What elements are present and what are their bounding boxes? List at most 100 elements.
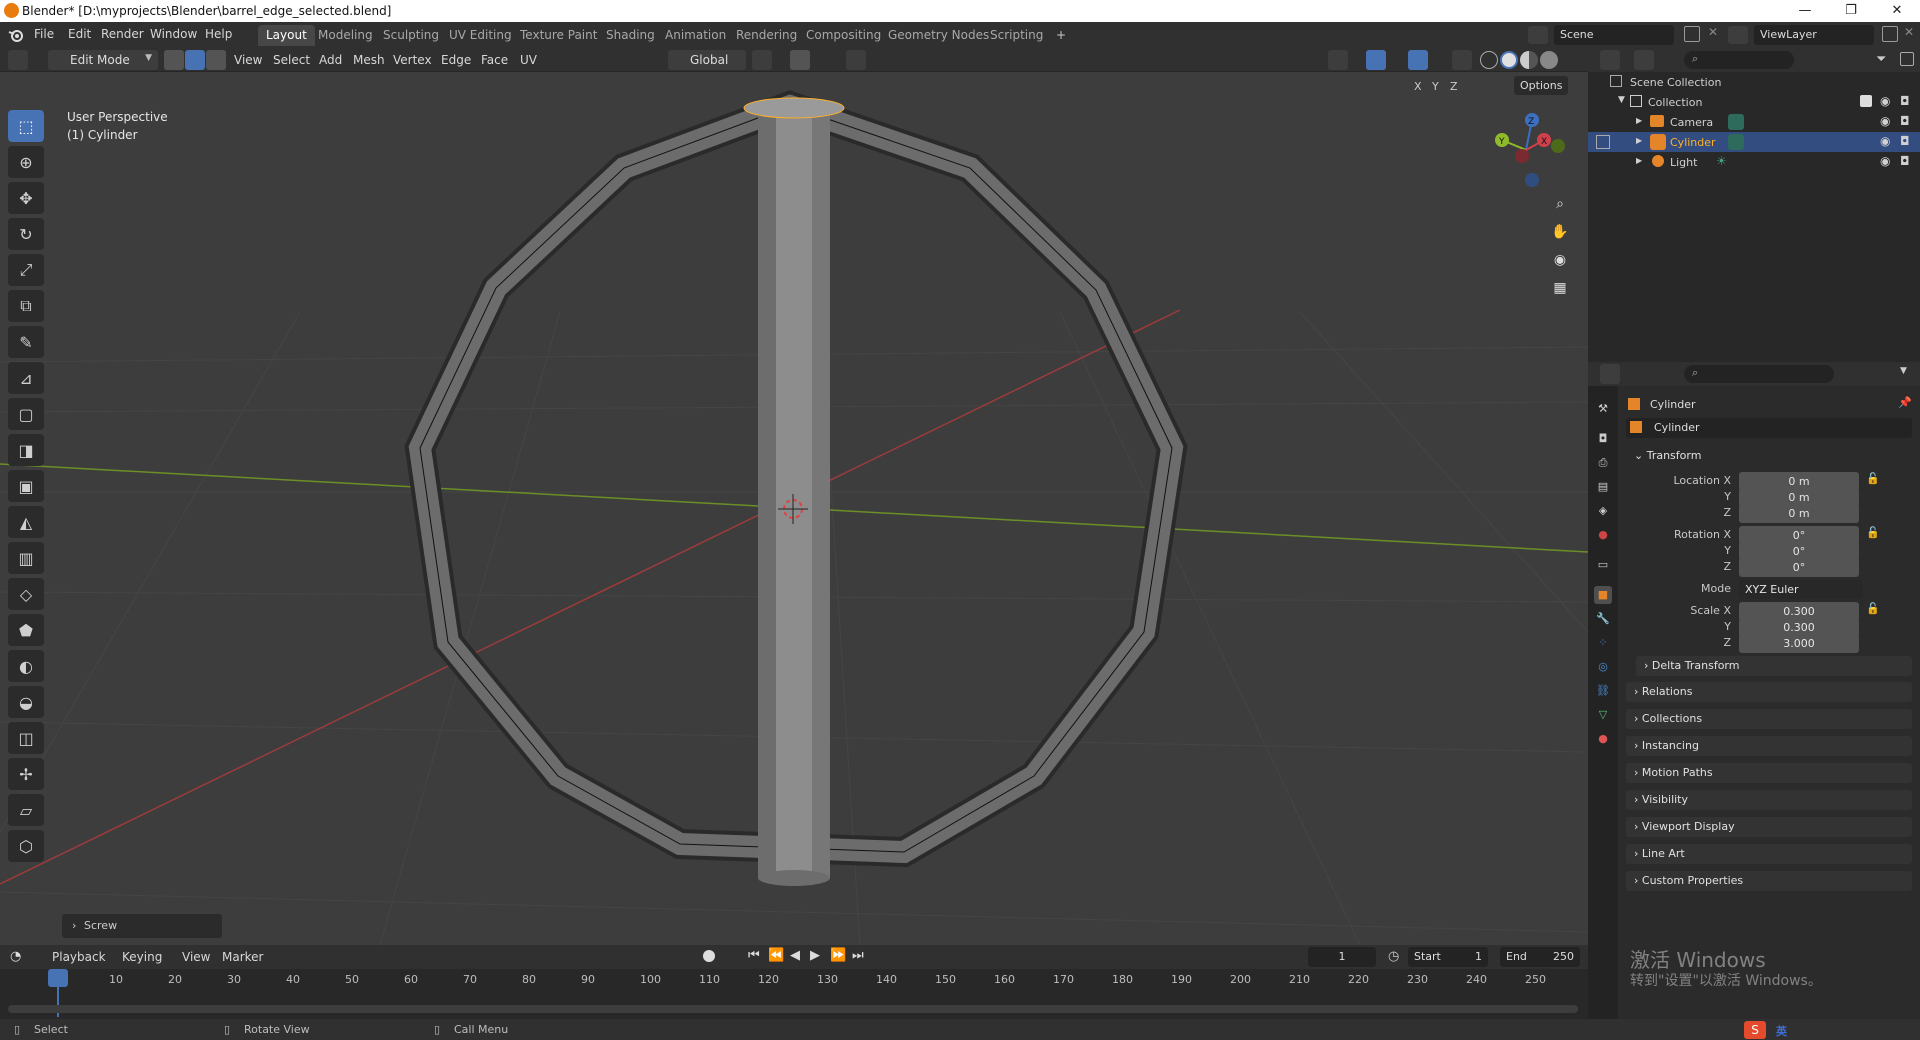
properties-editor-icon[interactable] [1600,364,1620,384]
rotation-mode-select[interactable]: XYZ Euler [1739,580,1863,599]
record-icon[interactable] [703,950,715,962]
prev-keyframe-icon[interactable]: ⏪ [768,948,784,963]
edge-slide-tool-icon[interactable]: ◫ [8,722,44,754]
display-mode-icon[interactable] [1634,50,1654,70]
annotate-tool-icon[interactable]: ✎ [8,326,44,358]
camera-render-icon[interactable]: ◘ [1900,114,1910,128]
add-cube-tool-icon[interactable]: ▢ [8,398,44,430]
axis-y-toggle[interactable]: Y [1432,80,1439,93]
spin-tool-icon[interactable]: ◐ [8,650,44,682]
panel-relations[interactable]: › Relations [1626,682,1912,702]
play-reverse-icon[interactable]: ◀ [790,948,800,963]
extrude-tool-icon[interactable]: ◨ [8,434,44,466]
scale-z-field[interactable]: 3.000 [1739,634,1859,653]
tool-tab-icon[interactable]: ⚒ [1594,400,1612,418]
lock-icon[interactable]: 🔓 [1866,602,1880,615]
cylinder-mesh[interactable] [743,97,845,886]
axis-x-toggle[interactable]: X [1414,80,1422,93]
axis-z-toggle[interactable]: Z [1450,80,1458,93]
mesh-data-icon[interactable] [1728,134,1744,150]
add-workspace-button[interactable]: + [1048,25,1074,46]
collection-tab-icon[interactable]: ▭ [1594,556,1612,574]
camera-view-icon[interactable]: ◉ [1548,252,1572,280]
next-keyframe-icon[interactable]: ⏩ [830,948,846,963]
rotation-z-field[interactable]: 0° [1739,558,1859,577]
world-tab-icon[interactable]: ● [1594,526,1612,544]
menu-keying[interactable]: Keying [122,950,162,964]
remove-view-layer-icon[interactable]: ✕ [1904,25,1914,39]
menu-mesh[interactable]: Mesh [353,53,385,67]
chevron-down-icon[interactable]: ▼ [1618,95,1625,105]
chevron-right-icon[interactable]: ▶ [1636,116,1642,125]
visibility-icon[interactable] [1328,50,1348,70]
proportional-edit-icon[interactable] [846,50,866,70]
timeline-ruler[interactable]: 1102030405060708090100110120130140150160… [0,969,1588,1019]
outliner-collection[interactable]: ▼ Collection ◉ ◘ [1588,92,1920,112]
options-dropdown[interactable]: Options [1514,76,1569,95]
start-frame-field[interactable]: Start 1 [1408,947,1488,967]
properties-search-input[interactable]: ⌕ [1684,365,1834,383]
chevron-right-icon[interactable]: ▶ [1636,136,1642,145]
play-icon[interactable]: ▶ [810,948,820,963]
menu-view[interactable]: View [234,53,262,67]
perspective-toggle-icon[interactable]: ▦ [1548,280,1572,308]
remove-scene-icon[interactable]: ✕ [1708,25,1718,39]
end-frame-field[interactable]: End 250 [1500,947,1580,967]
eye-icon[interactable]: ◉ [1880,94,1890,108]
output-tab-icon[interactable]: ⎙ [1594,454,1612,472]
chevron-down-icon[interactable]: ▼ [1900,366,1907,376]
checkbox-icon[interactable] [1860,95,1872,107]
tab-compositing[interactable]: Compositing [798,25,889,46]
shear-tool-icon[interactable]: ▱ [8,794,44,826]
menu-select[interactable]: Select [273,53,310,67]
outliner-item-cylinder[interactable]: ▶ Cylinder ◉ ◘ [1588,132,1920,152]
jump-start-icon[interactable]: ⏮ [748,948,760,963]
menu-help[interactable]: Help [205,27,232,41]
light-data-icon[interactable]: ☀ [1716,154,1727,168]
eye-icon[interactable]: ◉ [1880,154,1890,168]
pan-hand-icon[interactable]: ✋ [1548,224,1572,252]
rip-tool-icon[interactable]: ⬡ [8,830,44,862]
select-box-tool-icon[interactable]: ⬚ [8,110,44,142]
ime-language[interactable]: 英 [1776,1023,1787,1039]
filter-icon[interactable]: ⏷ [1876,52,1886,67]
overlay-toggle-icon[interactable] [1408,50,1428,70]
3d-viewport[interactable]: User Perspective (1) Cylinder X Y Z Opti… [0,72,1588,945]
edge-select-button[interactable] [185,50,205,70]
pin-icon[interactable]: 📌 [1898,396,1912,409]
solid-shading-icon[interactable] [1500,51,1518,69]
new-scene-icon[interactable] [1684,26,1700,42]
view-layer-tab-icon[interactable]: ▤ [1594,478,1612,496]
outliner-scene-collection[interactable]: Scene Collection [1588,72,1920,92]
rotate-tool-icon[interactable]: ↻ [8,218,44,250]
object-tab-icon[interactable]: ■ [1594,586,1612,604]
scale-tool-icon[interactable]: ⤢ [8,254,44,286]
modifier-tab-icon[interactable]: 🔧 [1594,610,1612,628]
current-frame-field[interactable]: 1 [1308,947,1376,967]
close-button[interactable]: ✕ [1874,0,1920,22]
menu-add[interactable]: Add [319,53,342,67]
panel-instancing[interactable]: › Instancing [1626,736,1912,756]
view-layer-icon[interactable] [1728,26,1748,44]
location-z-field[interactable]: 0 m [1739,504,1859,523]
material-tab-icon[interactable]: ● [1594,730,1612,748]
outliner-item-camera[interactable]: ▶ Camera ◉ ◘ [1588,112,1920,132]
outliner-item-light[interactable]: ▶ Light ☀ ◉ ◘ [1588,152,1920,172]
tab-modeling[interactable]: Modeling [310,25,381,46]
edit-mode-icon[interactable] [1596,135,1610,149]
shrink-fatten-tool-icon[interactable]: ✢ [8,758,44,790]
zoom-icon[interactable]: ⌕ [1548,196,1572,224]
menu-window[interactable]: Window [150,27,197,41]
ime-logo-icon[interactable]: S [1744,1021,1766,1039]
tab-layout[interactable]: Layout [258,25,315,46]
new-view-layer-icon[interactable] [1882,26,1898,42]
chevron-right-icon[interactable]: ▶ [1636,156,1642,165]
outliner-search-input[interactable]: ⌕ [1684,51,1794,69]
constraints-tab-icon[interactable]: ⛓ [1594,682,1612,700]
particles-tab-icon[interactable]: ⁘ [1594,634,1612,652]
rendered-shading-icon[interactable] [1540,51,1558,69]
tab-sculpting[interactable]: Sculpting [375,25,447,46]
jump-end-icon[interactable]: ⏭ [852,948,864,963]
navigation-gizmo[interactable]: Z Y X [1488,108,1568,188]
orientation-selector[interactable]: Global [668,50,746,70]
